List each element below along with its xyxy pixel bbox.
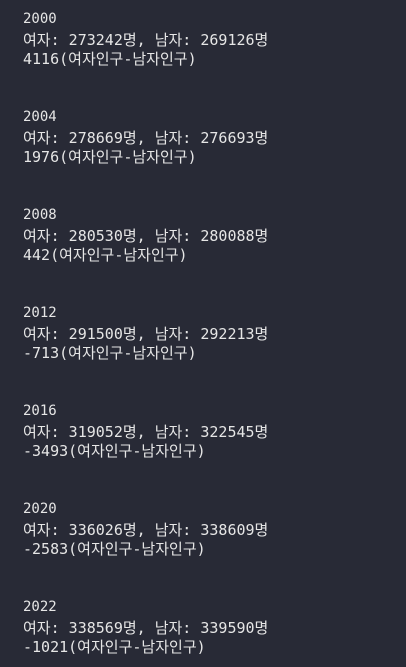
year-label: 2016	[23, 403, 57, 419]
population-difference: -2583(여자인구-남자인구)	[23, 540, 206, 558]
year-label: 2008	[23, 207, 57, 223]
population-difference: 1976(여자인구-남자인구)	[23, 148, 197, 166]
population-difference: 442(여자인구-남자인구)	[23, 246, 188, 264]
year-label: 2000	[23, 11, 57, 27]
year-block: 2004 여자: 278669명, 남자: 276693명 1976(여자인구-…	[23, 108, 394, 166]
output-console: 2000 여자: 273242명, 남자: 269126명 4116(여자인구-…	[0, 0, 406, 667]
population-counts: 여자: 291500명, 남자: 292213명	[23, 325, 269, 343]
year-block: 2012 여자: 291500명, 남자: 292213명 -713(여자인구-…	[23, 304, 394, 362]
population-counts: 여자: 336026명, 남자: 338609명	[23, 521, 269, 539]
population-counts: 여자: 273242명, 남자: 269126명	[23, 31, 269, 49]
year-block: 2000 여자: 273242명, 남자: 269126명 4116(여자인구-…	[23, 10, 394, 68]
year-label: 2020	[23, 501, 57, 517]
population-difference: 4116(여자인구-남자인구)	[23, 50, 197, 68]
year-block: 2016 여자: 319052명, 남자: 322545명 -3493(여자인구…	[23, 402, 394, 460]
population-counts: 여자: 278669명, 남자: 276693명	[23, 129, 269, 147]
year-label: 2012	[23, 305, 57, 321]
year-label: 2022	[23, 599, 57, 615]
population-difference: -713(여자인구-남자인구)	[23, 344, 197, 362]
population-difference: -1021(여자인구-남자인구)	[23, 638, 206, 656]
year-block: 2022 여자: 338569명, 남자: 339590명 -1021(여자인구…	[23, 598, 394, 656]
year-label: 2004	[23, 109, 57, 125]
population-counts: 여자: 319052명, 남자: 322545명	[23, 423, 269, 441]
population-counts: 여자: 338569명, 남자: 339590명	[23, 619, 269, 637]
population-difference: -3493(여자인구-남자인구)	[23, 442, 206, 460]
population-counts: 여자: 280530명, 남자: 280088명	[23, 227, 269, 245]
year-block: 2008 여자: 280530명, 남자: 280088명 442(여자인구-남…	[23, 206, 394, 264]
year-block: 2020 여자: 336026명, 남자: 338609명 -2583(여자인구…	[23, 500, 394, 558]
